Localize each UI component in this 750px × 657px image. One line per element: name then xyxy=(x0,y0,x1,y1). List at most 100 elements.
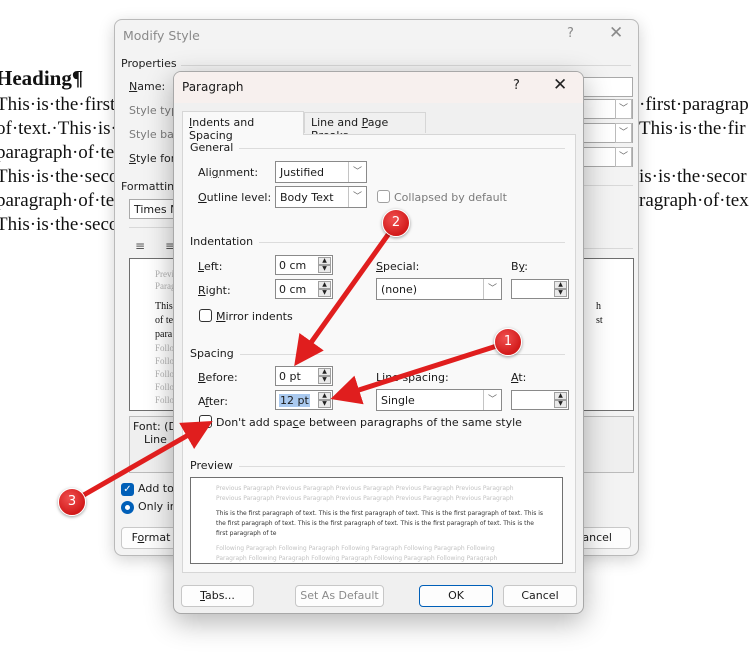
document-line: paragraph·of·te xyxy=(0,190,115,211)
preview-body-line: st xyxy=(596,315,603,326)
general-group-title: General xyxy=(190,141,240,154)
help-icon[interactable]: ? xyxy=(513,78,520,93)
preview-following-line: Paragraph Following Paragraph Following … xyxy=(216,555,498,562)
indentation-group-title: Indentation xyxy=(190,235,260,248)
style-type-label: Style typ xyxy=(129,104,178,117)
tab-indents-and-spacing[interactable]: Indents and Spacing xyxy=(182,111,304,142)
document-line: This·is·the·seco xyxy=(0,214,119,235)
spin-down-icon[interactable]: ▼ xyxy=(554,400,567,408)
after-spacing-spinner[interactable]: 12 pt ▲ ▼ xyxy=(275,390,333,410)
cancel-button[interactable]: Cancel xyxy=(503,585,577,607)
annotation-badge-3: 3 xyxy=(58,488,86,516)
preview-group-title: Preview xyxy=(190,459,239,472)
description-line: Font: (D xyxy=(133,420,177,433)
left-indent-value: 0 cm xyxy=(279,259,307,272)
spin-down-icon[interactable]: ▼ xyxy=(318,376,331,384)
alignment-select[interactable]: Justified ﹀ xyxy=(275,161,367,183)
preview-body-line: the first paragraph of text. This is the… xyxy=(216,520,534,527)
add-to-gallery-checkbox[interactable]: ✓ xyxy=(121,483,134,496)
document-line: of·text.·This·is· xyxy=(0,118,117,139)
help-icon[interactable]: ? xyxy=(567,26,574,41)
spin-down-icon[interactable]: ▼ xyxy=(554,289,567,297)
before-label: Before: xyxy=(198,371,238,384)
dont-add-space-checkbox[interactable] xyxy=(199,415,212,428)
set-as-default-button[interactable]: Set As Default xyxy=(295,585,384,607)
preview-body-line: This is the first paragraph of text. Thi… xyxy=(216,510,544,517)
divider xyxy=(190,466,565,467)
align-left-icon[interactable]: ≡ xyxy=(135,239,145,253)
special-select[interactable]: (none) ﹀ xyxy=(376,278,502,300)
divider xyxy=(190,148,565,149)
paragraph-titlebar: Paragraph ? ✕ xyxy=(174,72,583,103)
preview-body-line: This xyxy=(155,301,173,312)
chevron-down-icon[interactable]: ﹀ xyxy=(615,99,632,119)
chevron-down-icon[interactable]: ﹀ xyxy=(348,162,366,182)
spin-up-icon[interactable]: ▲ xyxy=(554,392,567,400)
left-indent-label: Left: xyxy=(198,260,223,273)
preview-prev-line: Previ xyxy=(155,269,174,279)
spin-up-icon[interactable]: ▲ xyxy=(554,281,567,289)
right-indent-spinner[interactable]: 0 cm ▲ ▼ xyxy=(275,279,333,299)
line-spacing-select[interactable]: Single ﹀ xyxy=(376,389,502,411)
preview-follow-line: Follo xyxy=(155,369,175,379)
chevron-down-icon[interactable]: ﹀ xyxy=(483,279,501,299)
paragraph-preview-box: Previous Paragraph Previous Paragraph Pr… xyxy=(190,477,563,564)
outline-level-value: Body Text xyxy=(280,191,334,204)
properties-group-title: Properties xyxy=(121,57,177,70)
preview-follow-line: Follo xyxy=(155,395,175,405)
document-line: This·is·the·fir xyxy=(639,118,746,139)
spin-down-icon[interactable]: ▼ xyxy=(318,265,331,273)
spin-down-icon[interactable]: ▼ xyxy=(318,400,331,408)
left-indent-spinner[interactable]: 0 cm ▲ ▼ xyxy=(275,255,333,275)
after-spacing-value: 12 pt xyxy=(279,394,310,407)
add-to-gallery-label: Add to xyxy=(138,482,174,495)
close-icon[interactable]: ✕ xyxy=(609,23,623,43)
chevron-down-icon[interactable]: ﹀ xyxy=(615,147,632,167)
document-line: ·first·paragrap xyxy=(639,94,749,115)
spin-up-icon[interactable]: ▲ xyxy=(318,281,331,289)
close-icon[interactable]: ✕ xyxy=(553,75,567,95)
mirror-indents-label: Mirror indents xyxy=(216,310,293,323)
chevron-down-icon[interactable]: ﹀ xyxy=(615,123,632,143)
collapsed-by-default-label: Collapsed by default xyxy=(394,191,507,204)
format-button[interactable]: Format xyxy=(121,527,181,549)
line-spacing-label: Line spacing: xyxy=(376,371,449,384)
spin-up-icon[interactable]: ▲ xyxy=(318,368,331,376)
preview-follow-line: Follo xyxy=(155,343,175,353)
at-spinner[interactable]: ▲ ▼ xyxy=(511,390,569,410)
divider xyxy=(181,65,631,66)
spin-up-icon[interactable]: ▲ xyxy=(318,392,331,400)
mirror-indents-checkbox[interactable] xyxy=(199,309,212,322)
outline-level-select[interactable]: Body Text ﹀ xyxy=(275,186,367,208)
spin-up-icon[interactable]: ▲ xyxy=(318,257,331,265)
style-following-label: Style for xyxy=(129,152,176,165)
chevron-down-icon[interactable]: ﹀ xyxy=(483,390,501,410)
collapsed-by-default-checkbox[interactable] xyxy=(377,190,390,203)
document-heading: Heading¶ xyxy=(0,66,84,90)
at-label: At: xyxy=(511,371,527,384)
by-spinner[interactable]: ▲ ▼ xyxy=(511,279,569,299)
special-value: (none) xyxy=(381,283,418,296)
document-line: is·is·the·secor xyxy=(639,166,747,187)
preview-previous-line: Previous Paragraph Previous Paragraph Pr… xyxy=(216,495,514,502)
document-line: This·is·the·first· xyxy=(0,94,122,115)
chevron-down-icon[interactable]: ﹀ xyxy=(348,187,366,207)
before-spacing-value: 0 pt xyxy=(279,370,301,383)
paragraph-dialog: Paragraph ? ✕ Indents and Spacing Line a… xyxy=(173,71,584,614)
name-label: Name: xyxy=(129,80,166,93)
preview-follow-line: Follo xyxy=(155,356,175,366)
spin-down-icon[interactable]: ▼ xyxy=(318,289,331,297)
after-label: After: xyxy=(198,395,228,408)
by-label: By: xyxy=(511,260,528,273)
tabs-button[interactable]: Tabs... xyxy=(181,585,254,607)
style-based-on-label: Style bas xyxy=(129,128,180,141)
preview-following-line: Following Paragraph Following Paragraph … xyxy=(216,545,495,552)
document-line: This·is·the·seco xyxy=(0,166,119,187)
outline-level-label: Outline level: xyxy=(198,191,272,204)
only-in-document-radio[interactable] xyxy=(121,501,134,514)
before-spacing-spinner[interactable]: 0 pt ▲ ▼ xyxy=(275,366,333,386)
preview-body-line: first paragraph of te xyxy=(216,530,277,537)
tab-line-and-page-breaks[interactable]: Line and Page Breaks xyxy=(304,112,426,142)
ok-button[interactable]: OK xyxy=(419,585,493,607)
alignment-value: Justified xyxy=(280,166,324,179)
